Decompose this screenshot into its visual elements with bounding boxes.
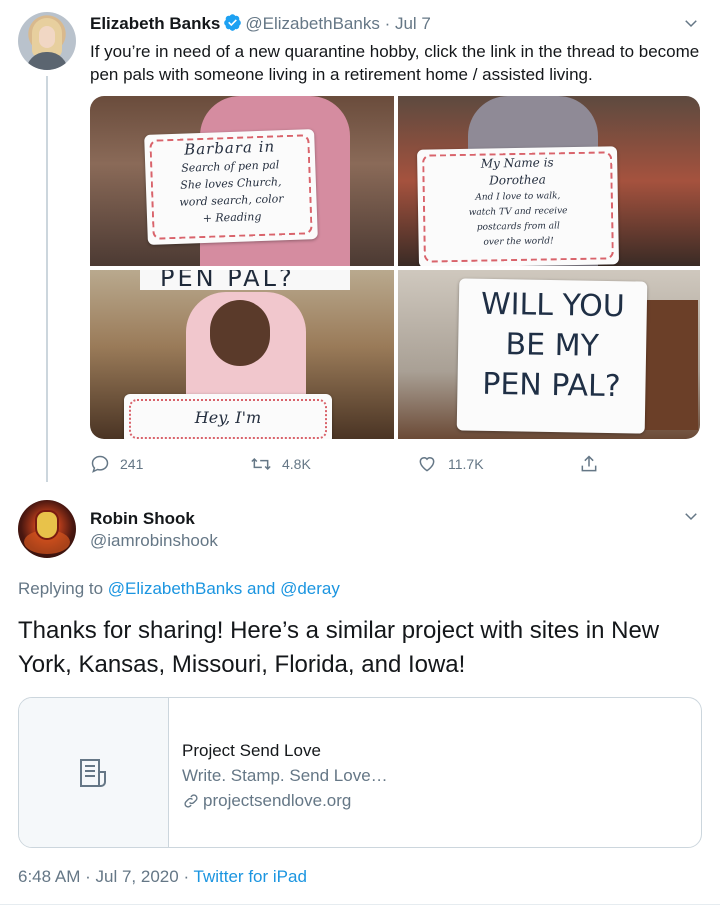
- replying-to: Replying to @ElizabethBanks and @deray: [18, 579, 340, 599]
- author-name[interactable]: Elizabeth Banks: [90, 14, 220, 33]
- link-card[interactable]: Project Send Love Write. Stamp. Send Lov…: [18, 697, 702, 848]
- tweet-meta: 6:48 AM · Jul 7, 2020 · Twitter for iPad: [18, 867, 307, 887]
- tweet-elizabeth-banks[interactable]: Elizabeth Banks @ElizabethBanks · Jul 7 I…: [0, 0, 720, 482]
- avatar-mask: [37, 512, 57, 538]
- reply-count: 241: [120, 456, 144, 472]
- author-name[interactable]: Robin Shook: [90, 509, 195, 529]
- share-icon: [581, 455, 597, 472]
- tweet-robin-shook[interactable]: Robin Shook @iamrobinshook Replying to @…: [0, 480, 720, 907]
- author-handle[interactable]: @ElizabethBanks: [245, 14, 379, 33]
- replying-prefix: Replying to: [18, 579, 104, 598]
- tweet-text: If you’re in need of a new quarantine ho…: [90, 42, 700, 84]
- separator: ·: [85, 867, 91, 886]
- tweet-text: Thanks for sharing! Here’s a similar pro…: [18, 617, 660, 678]
- tweet-time[interactable]: 6:48 AM: [18, 867, 80, 886]
- chevron-down-icon[interactable]: [682, 507, 700, 525]
- retweet-button[interactable]: 4.8K: [250, 452, 311, 476]
- pen-pal-sign: Hey, I'm: [124, 394, 332, 439]
- card-media: [19, 698, 169, 847]
- photo-3[interactable]: PEN PAL? Hey, I'm: [90, 270, 394, 439]
- separator: ·: [384, 14, 391, 33]
- photo-1[interactable]: Barbara in Search of pen pal She loves C…: [90, 96, 394, 266]
- author-handle[interactable]: @iamrobinshook: [90, 531, 218, 551]
- link-icon: [184, 793, 198, 808]
- like-icon: [419, 457, 435, 472]
- card-title: Project Send Love: [182, 741, 321, 760]
- tweet-source[interactable]: Twitter for iPad: [194, 867, 307, 886]
- pen-pal-sign: WILL YOU BE MY PEN PAL?: [456, 278, 648, 434]
- chevron-down-icon[interactable]: [682, 14, 700, 32]
- card-url-text: projectsendlove.org: [203, 791, 352, 810]
- reply-button[interactable]: 241: [90, 452, 143, 476]
- card-body: Project Send Love Write. Stamp. Send Lov…: [169, 698, 388, 847]
- avatar-face: [39, 26, 55, 48]
- retweet-icon: [251, 457, 271, 471]
- document-icon: [80, 759, 106, 787]
- photo-2[interactable]: My Name is Dorothea And I love to walk, …: [398, 96, 700, 266]
- shelf: [638, 300, 698, 430]
- tweet-actions: 241 4.8K 11.7K: [90, 452, 610, 476]
- face: [210, 300, 270, 366]
- like-count: 11.7K: [448, 456, 484, 472]
- pen-pal-sign-top: PEN PAL?: [140, 270, 350, 292]
- mention-link[interactable]: @ElizabethBanks: [108, 579, 242, 598]
- avatar-body: [26, 52, 68, 70]
- photo-4[interactable]: WILL YOU BE MY PEN PAL?: [398, 270, 700, 439]
- verified-badge-icon: [224, 14, 242, 31]
- retweet-count: 4.8K: [282, 456, 311, 472]
- share-button[interactable]: [579, 452, 609, 476]
- card-description: Write. Stamp. Send Love…: [182, 766, 388, 785]
- like-button[interactable]: 11.7K: [416, 452, 484, 476]
- photo-grid[interactable]: Barbara in Search of pen pal She loves C…: [90, 96, 700, 439]
- reply-icon: [91, 455, 109, 473]
- separator: ·: [183, 867, 190, 886]
- card-url: projectsendlove.org: [182, 788, 388, 813]
- tweet-date[interactable]: Jul 7: [395, 14, 431, 33]
- avatar[interactable]: [18, 500, 76, 558]
- mention-link[interactable]: @deray: [280, 579, 340, 598]
- pen-pal-sign: My Name is Dorothea And I love to walk, …: [416, 146, 620, 266]
- tweet-header: Elizabeth Banks @ElizabethBanks · Jul 7: [90, 13, 431, 34]
- tweet-full-date[interactable]: Jul 7, 2020: [96, 867, 179, 886]
- and-text[interactable]: and: [247, 579, 275, 598]
- avatar[interactable]: [18, 12, 76, 70]
- pen-pal-sign: Barbara in Search of pen pal She loves C…: [144, 129, 318, 245]
- divider: [0, 904, 720, 905]
- thread-line: [46, 76, 48, 482]
